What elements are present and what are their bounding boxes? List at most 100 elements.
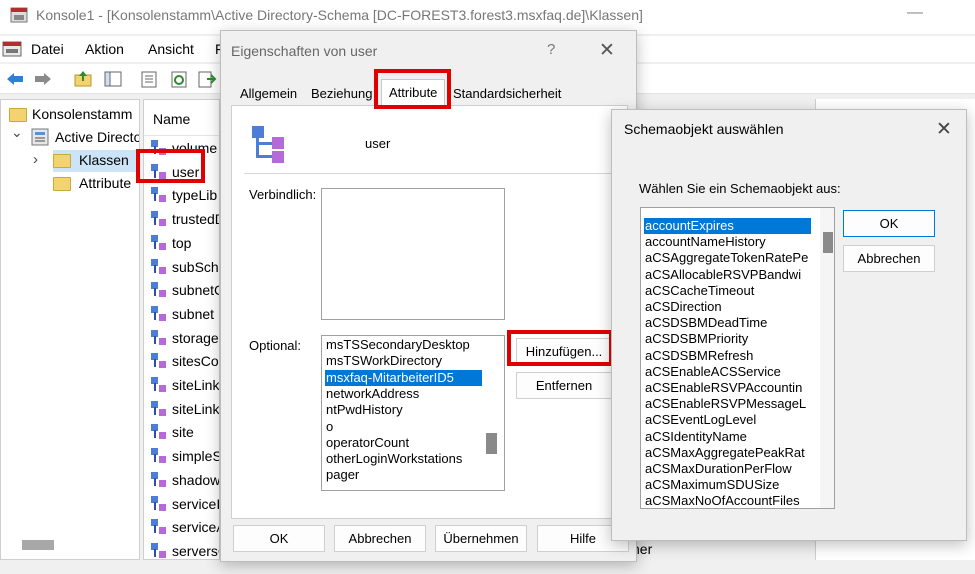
list-item[interactable]: subnetC: [150, 278, 219, 302]
optional-attribute-item[interactable]: ntPwdHistory: [325, 402, 483, 418]
schema-object-item[interactable]: aCSAllocableRSVPBandwi: [644, 267, 811, 283]
schema-object-item[interactable]: aCSDSBMDeadTime: [644, 315, 811, 331]
list-item[interactable]: sitesCon: [150, 349, 219, 373]
up-level-button[interactable]: [72, 68, 94, 90]
cancel-button[interactable]: Abbrechen: [843, 245, 935, 272]
optional-attribute-item[interactable]: pager: [325, 467, 483, 483]
menu-ansicht[interactable]: Ansicht: [148, 41, 194, 57]
optional-attribute-item[interactable]: o: [325, 419, 483, 435]
schema-object-item[interactable]: aCSDSBMPriority: [644, 331, 811, 347]
export-button[interactable]: [196, 68, 218, 90]
close-button[interactable]: ✕: [599, 39, 615, 62]
schema-object-item[interactable]: aCSMaxDurationPerFlow: [644, 461, 811, 477]
show-tree-button[interactable]: [102, 68, 124, 90]
schema-object-item[interactable]: aCSAggregateTokenRatePe: [644, 250, 811, 266]
list-item[interactable]: storage: [150, 326, 219, 350]
list-item[interactable]: typeLib: [150, 183, 217, 207]
schema-object-item[interactable]: aCSMaxNoOfAccountFiles: [644, 493, 811, 508]
tree-item-klassen[interactable]: › Klassen: [1, 150, 139, 172]
schema-object-item[interactable]: accountNameHistory: [644, 234, 811, 250]
class-icon: [150, 447, 168, 465]
column-header-label: Name: [153, 111, 191, 127]
tree-item-konsolenstamm[interactable]: Konsolenstamm: [1, 104, 139, 126]
schema-object-item[interactable]: aCSIdentityName: [644, 429, 811, 445]
optional-attribute-item[interactable]: operatorCount: [325, 435, 483, 451]
ok-button[interactable]: OK: [843, 210, 935, 237]
list-item[interactable]: trustedD: [150, 207, 219, 231]
mandatory-attributes-list[interactable]: [321, 188, 505, 320]
menu-datei[interactable]: Datei: [31, 41, 64, 57]
schema-object-item[interactable]: aCSEventLogLevel: [644, 412, 811, 428]
list-item[interactable]: subnet: [150, 302, 214, 326]
highlight-user-class: [136, 149, 205, 183]
close-button[interactable]: ✕: [936, 118, 952, 141]
list-item-label: storage: [172, 329, 219, 346]
apply-button[interactable]: Übernehmen: [435, 525, 527, 552]
refresh-button[interactable]: [168, 68, 190, 90]
tab-beziehung[interactable]: Beziehung: [304, 81, 379, 106]
tree-horizontal-scrollbar[interactable]: [22, 540, 54, 550]
list-item[interactable]: subSche: [150, 255, 219, 279]
list-item[interactable]: serviceA: [150, 515, 219, 539]
tab-allgemein[interactable]: Allgemein: [233, 81, 304, 106]
schema-object-item[interactable]: aCSDSBMRefresh: [644, 348, 811, 364]
optional-attribute-item[interactable]: msxfaq-MitarbeiterID5: [325, 369, 482, 386]
remove-attribute-button[interactable]: Entfernen: [516, 372, 612, 399]
expand-chevron-icon[interactable]: ›: [33, 151, 38, 168]
menu-aktion[interactable]: Aktion: [85, 41, 124, 57]
list-item-label: typeLib: [172, 187, 218, 204]
expand-chevron-icon[interactable]: ⌄: [11, 124, 23, 141]
list-item[interactable]: site: [150, 420, 194, 444]
tab-standardsicherheit[interactable]: Standardsicherheit: [446, 81, 568, 106]
tree-item-label: Klassen: [79, 152, 129, 168]
list-item[interactable]: top: [150, 231, 191, 255]
ok-button[interactable]: OK: [233, 525, 325, 552]
dialog-title: Schemaobjekt auswählen: [624, 121, 784, 137]
schema-object-item[interactable]: aCSMaxAggregatePeakRat: [644, 445, 811, 461]
list-item-label: serviceI: [172, 495, 220, 512]
help-button[interactable]: ?: [547, 41, 555, 58]
optional-attribute-item[interactable]: otherLoginWorkstations: [325, 451, 483, 467]
tree-item-attribute[interactable]: Attribute: [1, 173, 139, 195]
tree-item-active-directory-schema[interactable]: ⌄ Active Directo: [1, 124, 139, 149]
schema-object-item[interactable]: aCSCacheTimeout: [644, 283, 811, 299]
list-item[interactable]: shadow: [150, 468, 219, 492]
list-item[interactable]: siteLink: [150, 373, 219, 397]
back-arrow-icon: [7, 73, 23, 85]
window-title: Konsole1 - [Konsolenstamm\Active Directo…: [36, 7, 643, 23]
schema-object-item[interactable]: aCSEnableRSVPMessageL: [644, 396, 811, 412]
cancel-button[interactable]: Abbrechen: [334, 525, 426, 552]
schema-object-item[interactable]: aCSEnableACSService: [644, 364, 811, 380]
schema-object-item[interactable]: accountExpires: [644, 218, 811, 234]
minimize-button[interactable]: —: [900, 4, 930, 28]
optional-attribute-item[interactable]: msTSSecondaryDesktop: [325, 337, 483, 353]
list-item[interactable]: simpleS: [150, 444, 219, 468]
scrollbar-thumb[interactable]: [486, 433, 497, 454]
list-item[interactable]: serversC: [150, 539, 219, 559]
highlight-add-button: [507, 330, 613, 366]
list-item-label: siteLink: [172, 377, 220, 393]
schema-object-item[interactable]: aCSMaximumSDUSize: [644, 477, 811, 493]
list-header-name[interactable]: Name: [144, 100, 219, 136]
schema-object-list[interactable]: accountExpires accountNameHistory aCSAggre…: [640, 207, 835, 509]
scrollbar-thumb[interactable]: [823, 232, 833, 253]
properties-icon: [141, 71, 157, 88]
refresh-icon: [171, 71, 187, 88]
vertical-scrollbar[interactable]: [820, 208, 834, 508]
optional-attribute-item[interactable]: networkAddress: [325, 386, 483, 402]
optional-attribute-item[interactable]: msTSWorkDirectory: [325, 353, 483, 369]
console-menu-icon[interactable]: [2, 40, 22, 58]
list-item[interactable]: siteLink: [150, 397, 219, 421]
properties-toolbar-button[interactable]: [138, 68, 160, 90]
list-item[interactable]: serviceI: [150, 492, 220, 516]
forward-button[interactable]: [32, 68, 54, 90]
schema-object-item[interactable]: aCSEnableRSVPAccountin: [644, 380, 811, 396]
title-bar: Konsole1 - [Konsolenstamm\Active Directo…: [0, 0, 975, 34]
properties-dialog: Eigenschaften von user ? ✕ Allgemein Bez…: [220, 30, 637, 562]
schema-object-item[interactable]: aCSDirection: [644, 299, 811, 315]
forward-arrow-icon: [35, 73, 51, 85]
list-item-label: subnet: [172, 305, 215, 322]
object-name: user: [365, 136, 391, 151]
optional-attributes-list[interactable]: msTSSecondaryDesktop msTSWorkDirectory msx…: [321, 335, 505, 491]
back-button[interactable]: [4, 68, 26, 90]
